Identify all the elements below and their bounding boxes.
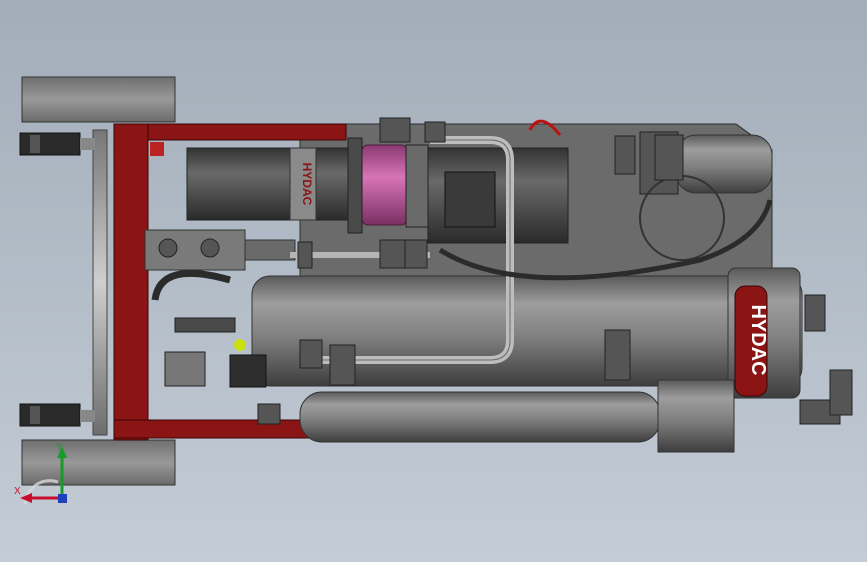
hydraulic-unit-model[interactable]: HYDAC HYDAC [0,0,867,562]
accumulator [675,134,773,194]
cad-viewport[interactable]: HYDAC HYDAC Y X [0,0,867,562]
solenoid-valve [164,351,206,387]
x-axis-label: X [14,486,21,497]
axle-rod [92,129,108,436]
coordinate-triad: Y X [14,442,67,505]
caster-wheel-top [21,76,176,123]
caster-brake-bottom [19,403,95,427]
lower-tank [299,391,661,443]
hydac-logo-motor: HYDAC [300,163,314,206]
hydraulic-hose [151,269,231,301]
filter-bowl [361,144,408,226]
caster-brake-top [19,132,95,156]
hydac-logo-tank: HYDAC [747,304,769,375]
motor-body [186,147,368,221]
y-axis-label: Y [56,442,63,453]
